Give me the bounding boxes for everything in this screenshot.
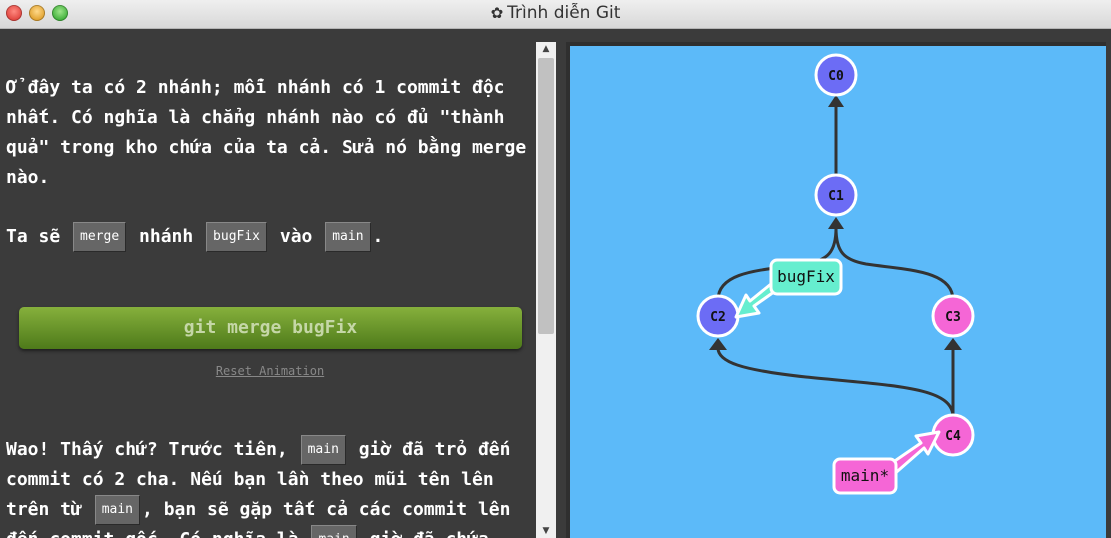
paragraph-2-text-b: nhánh (139, 226, 194, 247)
paragraph-2-text-c: vào (279, 226, 313, 247)
window-title: ✿ Trình diễn Git (0, 3, 1111, 23)
reset-animation-link[interactable]: Reset Animation (0, 364, 536, 378)
scrollbar-thumb[interactable] (538, 58, 554, 334)
paragraph-2-text-d: . (372, 226, 384, 247)
gear-icon: ✿ (490, 4, 504, 22)
branch-main[interactable]: main* (832, 430, 941, 495)
commit-c2[interactable]: C2 (696, 294, 740, 338)
code-chip-main: main (300, 435, 346, 465)
commit-c0-label: C0 (828, 69, 844, 84)
code-chip-main: main (311, 525, 357, 538)
arrowhead-c2 (709, 338, 727, 350)
commit-c3[interactable]: C3 (931, 294, 975, 338)
lesson-paragraph-2: Ta sẽ merge nhánh bugFix vào main. (6, 222, 536, 252)
window-title-text: Trình diễn Git (507, 3, 621, 23)
code-chip-main: main (94, 495, 141, 525)
window-titlebar: ✿ Trình diễn Git (0, 0, 1111, 29)
paragraph-2-text-a: Ta sẽ (6, 226, 61, 247)
lesson-paragraph-1: Ở đây ta có 2 nhánh; mỗi nhánh có 1 comm… (6, 77, 527, 188)
arrowhead-c1 (828, 217, 844, 229)
code-chip-merge: merge (73, 222, 127, 252)
branch-bugfix-label: bugFix (777, 267, 835, 286)
branch-main-label: main* (841, 466, 889, 485)
scroll-down-arrow-icon[interactable]: ▼ (536, 524, 556, 538)
edge-c3-c1 (834, 227, 955, 301)
lesson-scrollbar[interactable]: ▲ ▼ (536, 42, 556, 538)
commit-c2-label: C2 (710, 310, 726, 325)
branch-bugfix[interactable]: bugFix (734, 258, 843, 319)
commit-graph: C0 C1 C2 C3 C4 bugFix main* (696, 53, 975, 495)
lesson-paragraph-3: Wao! Thấy chứ? Trước tiên, main giờ đã t… (6, 435, 536, 538)
commit-c1[interactable]: C1 (814, 173, 858, 217)
commit-c1-label: C1 (828, 189, 844, 204)
scroll-up-arrow-icon[interactable]: ▲ (536, 42, 556, 56)
lesson-pane: Ở đây ta có 2 nhánh; mỗi nhánh có 1 comm… (0, 30, 536, 538)
paragraph-3-text-d: giờ đã chứa (370, 529, 489, 538)
arrowhead-c0 (828, 95, 844, 107)
code-chip-main: main (325, 222, 371, 252)
commit-c0[interactable]: C0 (814, 53, 858, 97)
code-chip-bugfix: bugFix (206, 222, 268, 252)
edge-c4-c2 (716, 347, 955, 418)
paragraph-3-text-a: Wao! Thấy chứ? Trước tiên, (6, 439, 288, 460)
commit-c3-label: C3 (945, 310, 961, 325)
commit-c4-label: C4 (945, 429, 961, 444)
git-merge-command-button[interactable]: git merge bugFix (19, 307, 522, 349)
arrowhead-c3 (944, 338, 962, 350)
